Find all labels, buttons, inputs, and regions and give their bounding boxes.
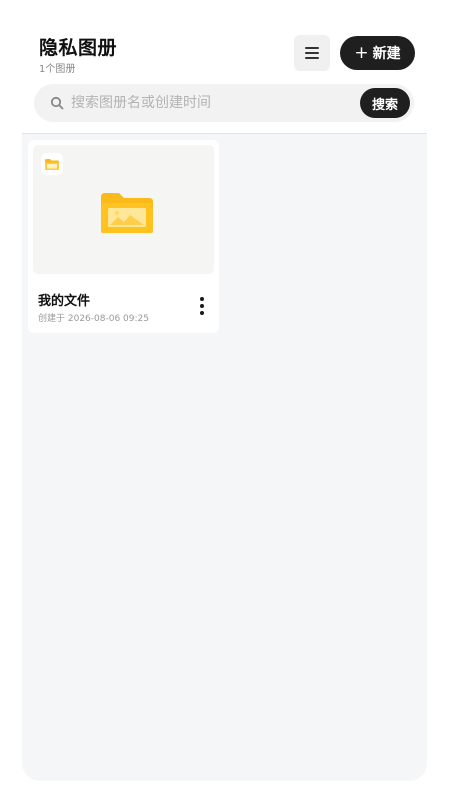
search-icon	[50, 96, 64, 110]
new-album-button[interactable]: + 新建	[340, 36, 415, 70]
more-dot	[200, 297, 204, 301]
album-type-badge	[41, 153, 63, 175]
search-input[interactable]	[71, 84, 351, 122]
album-card[interactable]: 我的文件 创建于 2026-08-06 09:25	[28, 140, 219, 333]
folder-icon	[45, 158, 59, 170]
album-count: 1个图册	[39, 64, 76, 75]
menu-button[interactable]	[294, 35, 330, 71]
plus-icon: +	[354, 42, 369, 63]
app-header: 隐私图册 1个图册 + 新建 搜索	[0, 0, 449, 134]
album-grid: 我的文件 创建于 2026-08-06 09:25	[22, 134, 427, 781]
more-dot	[200, 311, 204, 315]
more-dot	[200, 304, 204, 308]
hamburger-menu-icon	[305, 47, 319, 59]
search-bar: 搜索	[34, 84, 414, 122]
album-thumbnail[interactable]	[33, 145, 214, 274]
folder-image-icon	[101, 193, 153, 233]
new-album-label: 新建	[372, 46, 401, 62]
search-button[interactable]: 搜索	[360, 88, 410, 118]
album-created-date: 创建于 2026-08-06 09:25	[38, 314, 149, 324]
album-name: 我的文件	[38, 294, 91, 309]
page-title: 隐私图册	[39, 37, 118, 59]
more-vertical-icon[interactable]	[196, 294, 208, 318]
